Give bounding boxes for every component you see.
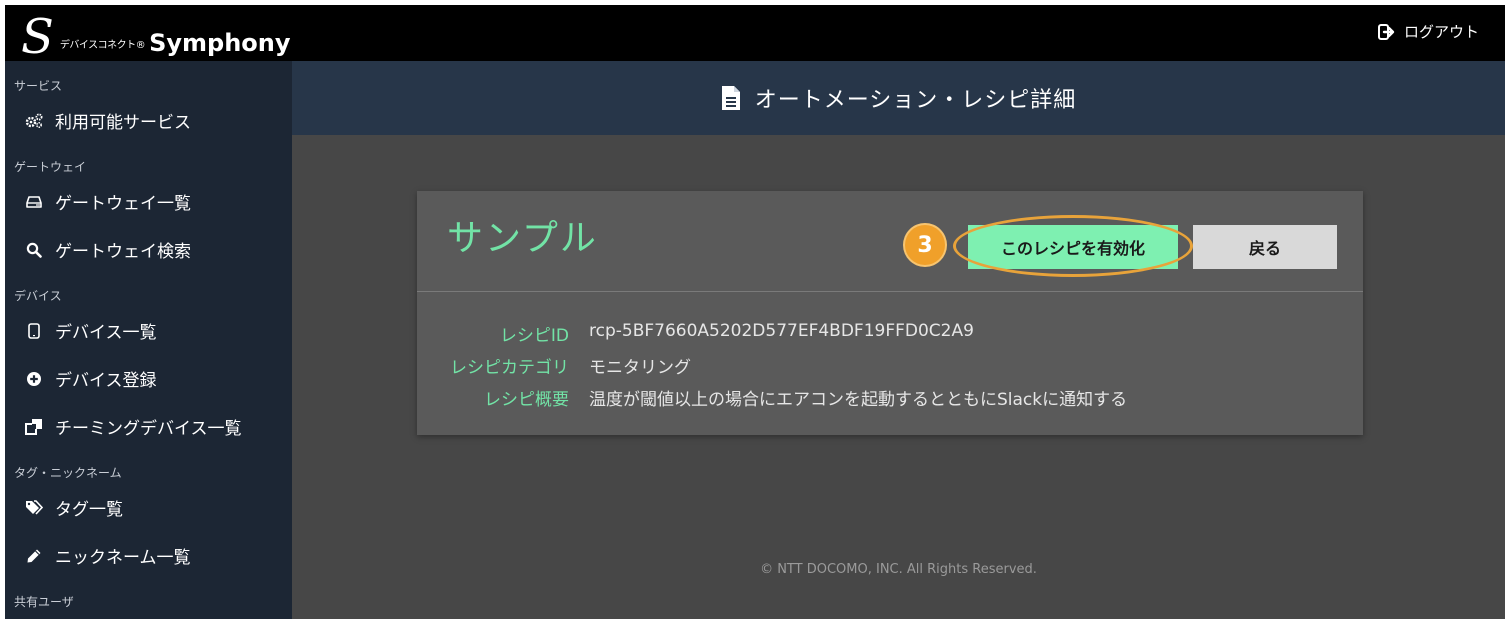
detail-value: 温度が閾値以上の場合にエアコンを起動するとともにSlackに通知する [589, 390, 1128, 410]
sidebar-item-label: チーミングデバイス一覧 [55, 419, 242, 439]
detail-value: rcp-5BF7660A5202D577EF4BDF19FFD0C2A9 [589, 321, 974, 341]
clone-icon [25, 418, 43, 436]
recipe-card: サンプル 3 このレシピを有効化 戻る レシピID rcp-5BF7660A52… [417, 191, 1363, 435]
gears-icon [25, 112, 43, 130]
sidebar-item-available-services[interactable]: 利用可能サービス [25, 108, 191, 133]
top-bar: S デバイスコネクト® Symphony ログアウト [5, 5, 1505, 61]
step-badge: 3 [905, 225, 945, 265]
sidebar-item-gateway-list[interactable]: ゲートウェイ一覧 [25, 189, 191, 214]
logout-label: ログアウト [1403, 23, 1479, 41]
sidebar-item-nickname-list[interactable]: ニックネーム一覧 [25, 543, 191, 568]
recipe-title: サンプル [447, 218, 598, 259]
sidebar-item-label: タグ一覧 [55, 500, 123, 520]
sidebar-item-label: ゲートウェイ一覧 [55, 194, 191, 214]
hdd-icon [25, 193, 43, 211]
detail-key: レシピID [499, 326, 569, 346]
sidebar-item-tag-list[interactable]: タグ一覧 [25, 495, 123, 520]
section-label-device: デバイス [14, 289, 62, 303]
sign-out-icon [1377, 23, 1395, 40]
section-label-shared-user: 共有ユーザ [14, 595, 74, 609]
card-divider [417, 291, 1363, 292]
section-label-service: サービス [14, 79, 63, 93]
sidebar-item-label: 利用可能サービス [55, 113, 191, 133]
back-button[interactable]: 戻る [1193, 225, 1337, 269]
sidebar-item-device-register[interactable]: デバイス登録 [25, 366, 157, 391]
app-frame: S デバイスコネクト® Symphony ログアウト サービス 利用可能サービス… [5, 5, 1505, 619]
footer-copyright: © NTT DOCOMO, INC. All Rights Reserved. [760, 562, 1037, 577]
detail-row-recipe-id: レシピID rcp-5BF7660A5202D577EF4BDF19FFD0C2… [417, 321, 1363, 346]
logo-name: Symphony [149, 29, 291, 57]
sidebar: サービス 利用可能サービス ゲートウェイ ゲートウェイ一覧 ゲートウェイ検索 デ… [5, 61, 292, 619]
detail-key: レシピカテゴリ [450, 358, 569, 378]
page-title-text: オートメーション・レシピ詳細 [754, 88, 1077, 113]
logo-subtitle: デバイスコネクト® [59, 40, 146, 51]
brand-logo[interactable]: S デバイスコネクト® Symphony [21, 9, 291, 61]
logo-mark: S [21, 9, 54, 65]
detail-value: モニタリング [589, 358, 691, 378]
page-header: オートメーション・レシピ詳細 [292, 61, 1505, 135]
sidebar-item-gateway-search[interactable]: ゲートウェイ検索 [25, 237, 191, 262]
detail-key: レシピ概要 [484, 390, 569, 410]
sidebar-item-label: デバイス登録 [55, 371, 157, 391]
file-text-icon [721, 86, 740, 110]
sidebar-item-teaming-device-list[interactable]: チーミングデバイス一覧 [25, 414, 242, 439]
sidebar-item-label: ゲートウェイ検索 [55, 242, 191, 262]
section-label-tag-nickname: タグ・ニックネーム [14, 466, 122, 480]
sidebar-item-label: デバイス一覧 [55, 323, 157, 343]
sidebar-item-label: ニックネーム一覧 [55, 548, 191, 568]
tags-icon [25, 499, 43, 517]
sidebar-item-device-list[interactable]: デバイス一覧 [25, 318, 157, 343]
section-label-gateway: ゲートウェイ [14, 160, 87, 174]
search-icon [25, 241, 43, 259]
logout-button[interactable]: ログアウト [1377, 21, 1479, 42]
page-title: オートメーション・レシピ詳細 [721, 82, 1077, 114]
detail-row-recipe-summary: レシピ概要 温度が閾値以上の場合にエアコンを起動するとともにSlackに通知する [417, 385, 1363, 410]
detail-row-recipe-category: レシピカテゴリ モニタリング [417, 353, 1363, 378]
pencil-icon [25, 547, 43, 565]
tablet-icon [25, 322, 43, 340]
plus-circle-icon [25, 370, 43, 388]
enable-recipe-button[interactable]: このレシピを有効化 [968, 225, 1178, 269]
